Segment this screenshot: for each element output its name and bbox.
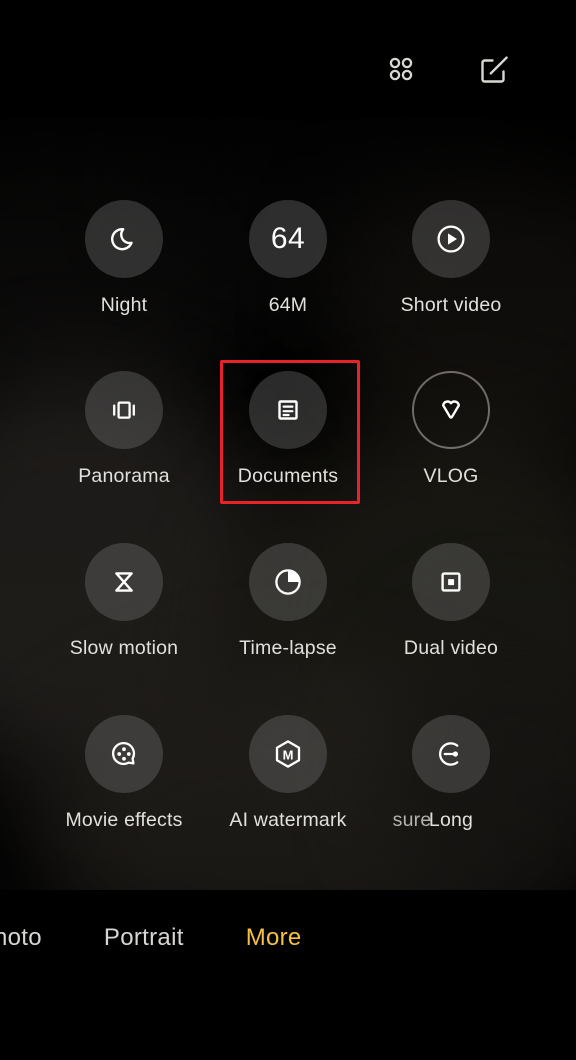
mode-item-slow-motion[interactable]: Slow motion: [51, 543, 197, 660]
mode-label: Documents: [237, 465, 339, 487]
mode-icon-circle: [249, 371, 327, 449]
mode-item-time-lapse[interactable]: Time-lapse: [215, 543, 361, 660]
mode-grid: Night 64 64M Short video Panorama Docume…: [0, 118, 576, 890]
mode-icon-circle: [85, 715, 163, 793]
mode-item-panorama[interactable]: Panorama: [51, 371, 197, 488]
picture-in-picture-icon: [441, 572, 461, 592]
panorama-icon: [113, 401, 135, 419]
mode-tab-more[interactable]: More: [246, 912, 302, 964]
edit-modes-icon[interactable]: [470, 44, 520, 94]
mode-tab-photo[interactable]: hoto: [0, 912, 42, 964]
mode-icon-circle: [412, 543, 490, 621]
mode-icon-circle: [85, 543, 163, 621]
mode-label: Slow motion: [69, 637, 179, 659]
64-text-icon: 64: [270, 222, 306, 255]
mode-label: Panorama: [78, 465, 170, 487]
camera-app-screen: Night 64 64M Short video Panorama Docume…: [0, 0, 576, 1060]
hexagon-m-icon: M: [275, 740, 301, 768]
moon-icon: [111, 227, 133, 251]
document-icon: [278, 400, 298, 420]
mode-label: Movie effects: [65, 809, 183, 831]
mode-item-short-video[interactable]: Short video: [378, 200, 524, 317]
mode-icon-circle: [85, 200, 163, 278]
mode-item-vlog[interactable]: VLOG: [378, 371, 524, 488]
mode-item-night[interactable]: Night: [51, 200, 197, 317]
mode-label: Time-lapse: [239, 637, 337, 659]
mode-selector-bar: hoto Portrait More: [0, 890, 576, 1060]
mode-item-dual-video[interactable]: Dual video: [378, 543, 524, 660]
mode-item-long[interactable]: Long: [378, 715, 524, 832]
film-reel-icon: [112, 742, 136, 766]
mode-icon-circle: [412, 200, 490, 278]
quick-settings-grid-icon[interactable]: [376, 44, 426, 94]
vlog-v-icon: [442, 400, 460, 419]
mode-label: Dual video: [403, 637, 499, 659]
mode-icon-circle: [85, 371, 163, 449]
mode-icon-circle: [412, 371, 490, 449]
mode-item-movie-effects[interactable]: Movie effects: [51, 715, 197, 832]
mode-icon-circle: M: [249, 715, 327, 793]
svg-text:M: M: [283, 747, 294, 762]
mode-label: 64M: [268, 294, 308, 316]
timelapse-clock-icon: [275, 569, 301, 595]
hourglass-icon: [115, 572, 133, 592]
mode-icon-circle: [249, 543, 327, 621]
mode-label: Night: [100, 294, 148, 316]
mode-label: VLOG: [423, 465, 479, 487]
mode-icon-circle: [412, 715, 490, 793]
mode-label: Short video: [400, 294, 502, 316]
top-bar-actions: [376, 44, 520, 94]
mode-tab-portrait[interactable]: Portrait: [104, 912, 184, 964]
mode-item-documents[interactable]: Documents: [215, 371, 361, 488]
top-bar: [0, 0, 576, 118]
play-circle-icon: [437, 225, 465, 253]
mode-icon-circle: 64: [249, 200, 327, 278]
mode-label: Long: [428, 809, 474, 831]
mode-selector-track[interactable]: hoto Portrait More: [0, 912, 302, 964]
mode-item-64m[interactable]: 64 64M: [215, 200, 361, 317]
long-exposure-icon: [438, 742, 459, 766]
